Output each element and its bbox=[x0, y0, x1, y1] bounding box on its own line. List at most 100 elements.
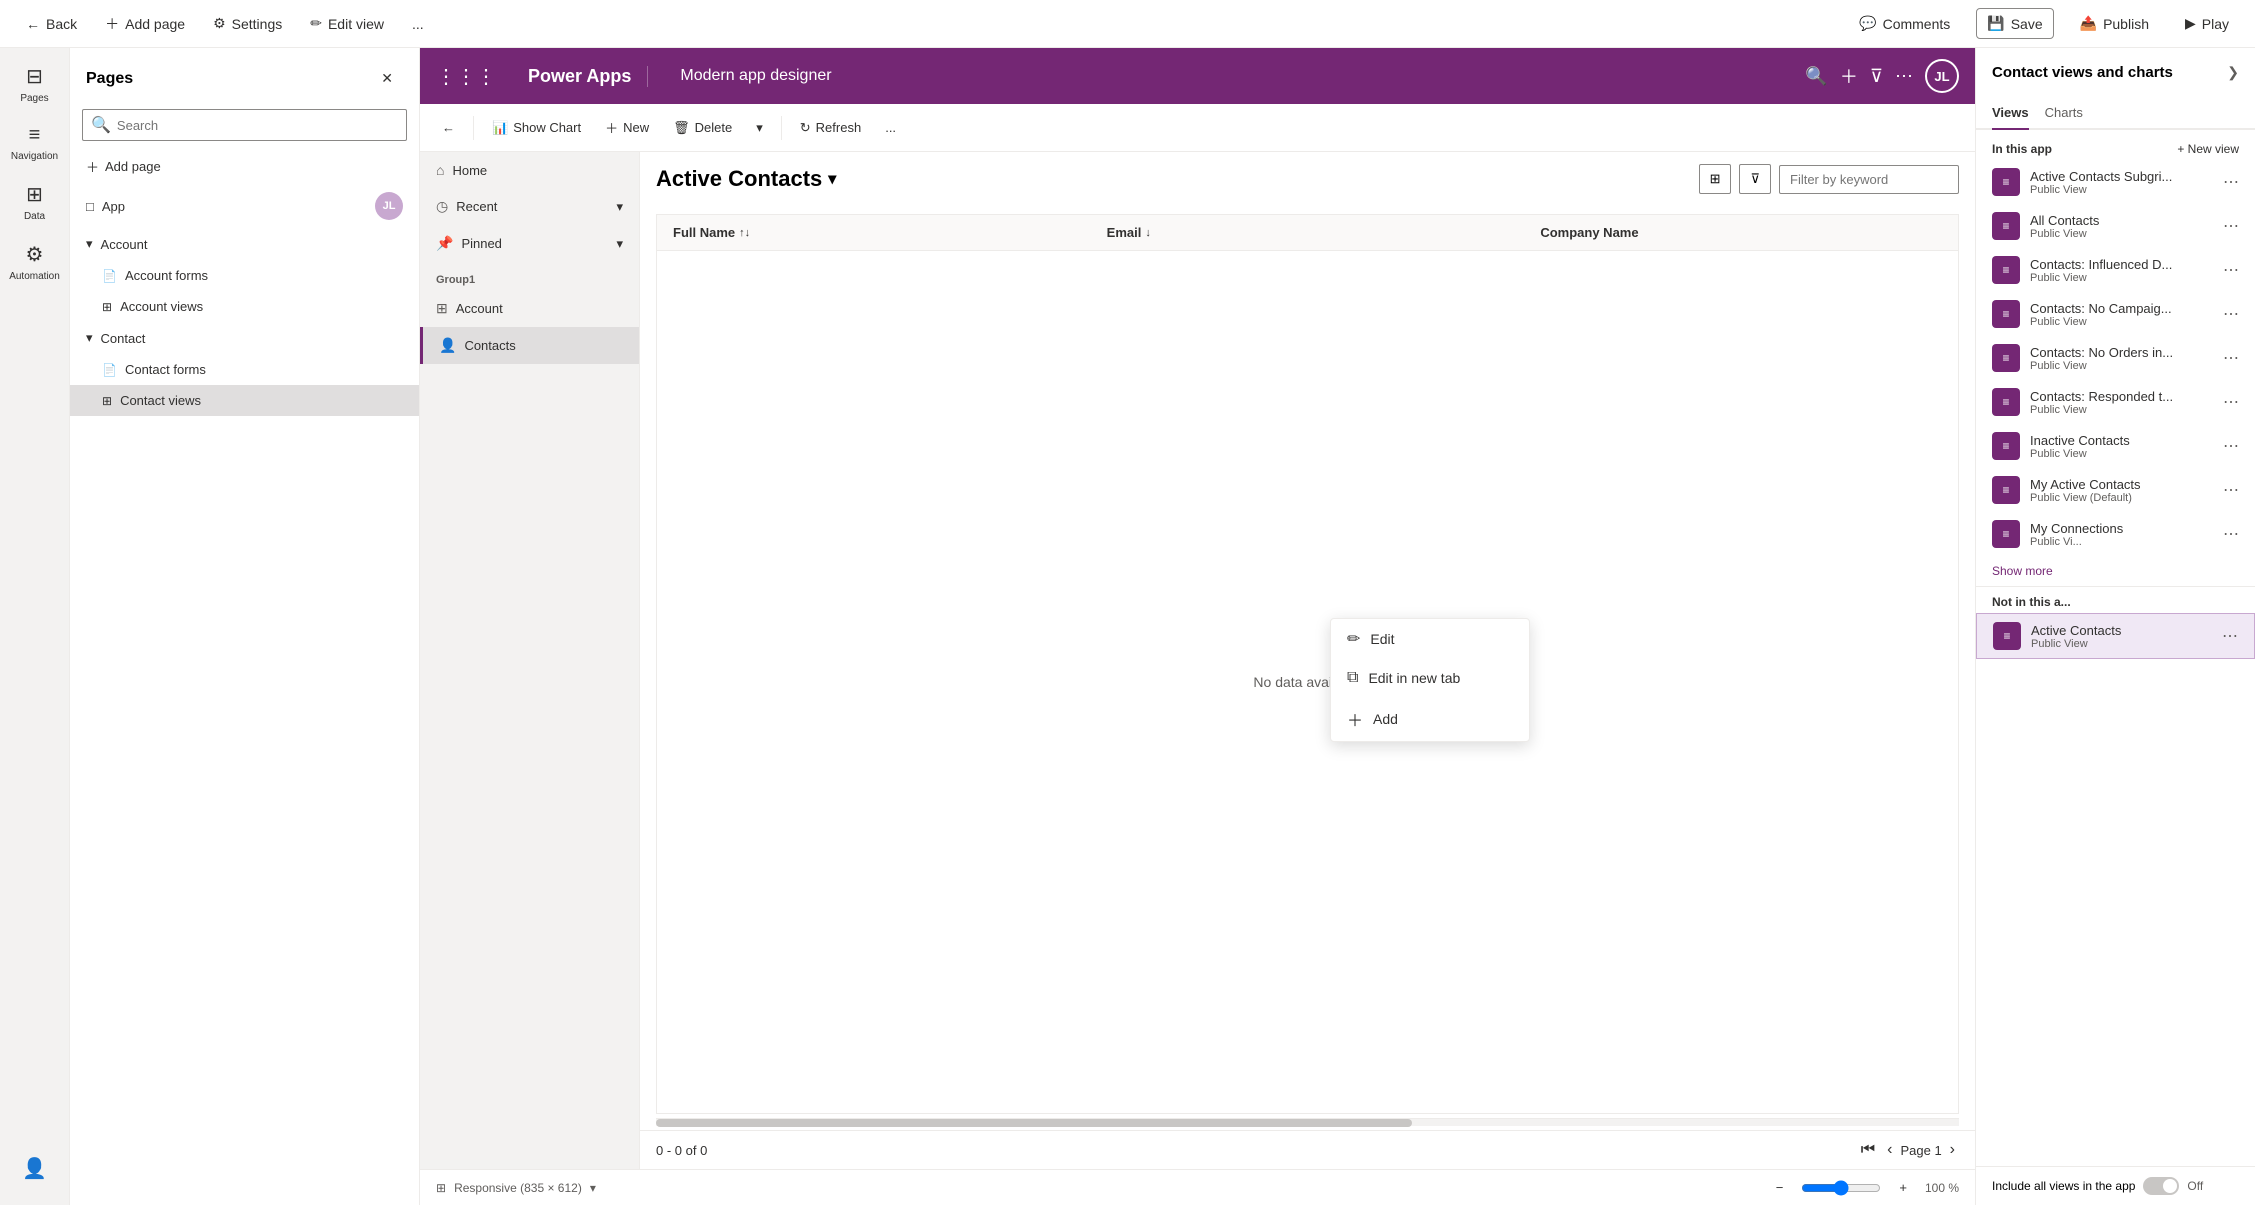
sidenav-item-account[interactable]: ⊞ Account bbox=[420, 290, 639, 327]
show-chart-button[interactable]: 📊 Show Chart bbox=[482, 114, 591, 142]
menu-item-add[interactable]: ＋ Add bbox=[1331, 697, 1529, 741]
view-item-inactive-contacts[interactable]: ≡ Inactive Contacts Public View ⋯ bbox=[1976, 424, 2255, 468]
nav-item-account-views[interactable]: ⊞ Account views bbox=[70, 291, 419, 322]
refresh-button[interactable]: ↻ Refresh bbox=[790, 114, 871, 142]
chevron-down-icon[interactable]: ▾ bbox=[590, 1181, 596, 1195]
nav-item-account-group[interactable]: ▾ Account bbox=[70, 228, 419, 260]
view-item-contacts-responded[interactable]: ≡ Contacts: Responded t... Public View ⋯ bbox=[1976, 380, 2255, 424]
view-item-my-connections[interactable]: ≡ My Connections Public Vi... ⋯ bbox=[1976, 512, 2255, 556]
grid-view-button[interactable]: ⊞ bbox=[1699, 164, 1732, 194]
more-icon[interactable]: ⋯ bbox=[2223, 392, 2239, 412]
title-chevron-icon[interactable]: ▾ bbox=[828, 169, 836, 189]
table-header: Full Name ↑↓ Email ↓ Company Name bbox=[657, 215, 1958, 251]
col-full-name[interactable]: Full Name ↑↓ bbox=[657, 215, 1091, 250]
more-icon[interactable]: ⋯ bbox=[2223, 480, 2239, 500]
more-icon[interactable]: ⋯ bbox=[2223, 216, 2239, 236]
pa-filter-button[interactable]: ⊽ bbox=[1870, 66, 1883, 87]
settings-button[interactable]: ⚙ Settings bbox=[203, 9, 292, 38]
pa-avatar[interactable]: JL bbox=[1925, 59, 1959, 93]
power-apps-bar: ⋮⋮⋮ Power Apps Modern app designer 🔍 ＋ ⊽… bbox=[420, 48, 1975, 104]
scrollbar-thumb[interactable] bbox=[656, 1119, 1412, 1127]
sidebar-item-navigation[interactable]: ≡ Navigation bbox=[5, 116, 65, 170]
publish-button[interactable]: 📤 Publish bbox=[2070, 9, 2159, 38]
view-list: ≡ Active Contacts Subgri... Public View … bbox=[1976, 160, 2255, 1166]
add-page-button[interactable]: ＋ Add page bbox=[95, 8, 195, 40]
zoom-slider[interactable] bbox=[1801, 1180, 1881, 1196]
more-icon[interactable]: ⋯ bbox=[2223, 436, 2239, 456]
new-view-button[interactable]: + New view bbox=[2177, 142, 2239, 156]
more-icon[interactable]: ⋯ bbox=[2223, 260, 2239, 280]
menu-item-edit[interactable]: ✏ Edit bbox=[1331, 619, 1529, 659]
more-icon[interactable]: ⋯ bbox=[2223, 304, 2239, 324]
first-page-button[interactable]: ⏮ bbox=[1857, 1139, 1879, 1161]
more-icon[interactable]: ⋯ bbox=[2222, 626, 2238, 646]
canvas-back-button[interactable]: ← bbox=[432, 114, 465, 141]
responsive-icon: ⊞ bbox=[436, 1181, 446, 1195]
sidenav-item-contacts[interactable]: 👤 Contacts bbox=[420, 327, 639, 364]
show-more-button[interactable]: Show more bbox=[1976, 556, 2255, 586]
table-footer: 0 - 0 of 0 ⏮ ‹ Page 1 › bbox=[640, 1130, 1975, 1169]
nav-item-contact-views[interactable]: ⊞ Contact views bbox=[70, 385, 419, 416]
view-item-contacts-influenced[interactable]: ≡ Contacts: Influenced D... Public View … bbox=[1976, 248, 2255, 292]
nav-item-contact-forms[interactable]: 📄 Contact forms bbox=[70, 354, 419, 385]
save-button[interactable]: 💾 Save bbox=[1976, 8, 2053, 39]
pa-more-button[interactable]: ⋯ bbox=[1895, 66, 1913, 87]
tab-views[interactable]: Views bbox=[1992, 97, 2029, 130]
more-icon[interactable]: ⋯ bbox=[2223, 348, 2239, 368]
view-name: All Contacts bbox=[2030, 213, 2213, 228]
view-type: Public View bbox=[2030, 228, 2213, 240]
filter-button[interactable]: ⊽ bbox=[1739, 164, 1771, 194]
col-email[interactable]: Email ↓ bbox=[1091, 215, 1525, 250]
view-info: Contacts: No Orders in... Public View bbox=[2030, 345, 2213, 372]
sidebar-item-automation[interactable]: ⚙ Automation bbox=[5, 234, 65, 290]
comments-button[interactable]: 💬 Comments bbox=[1849, 9, 1960, 38]
search-input[interactable] bbox=[117, 118, 398, 133]
zoom-in-button[interactable]: + bbox=[1889, 1174, 1917, 1201]
add-page-nav-button[interactable]: ＋ Add page bbox=[70, 149, 419, 184]
play-button[interactable]: ▶ Play bbox=[2175, 9, 2239, 38]
include-all-toggle[interactable] bbox=[2143, 1177, 2179, 1195]
sidenav-item-pinned[interactable]: 📌 Pinned ▾ bbox=[420, 225, 639, 262]
edit-view-button[interactable]: ✏ Edit view bbox=[300, 9, 394, 38]
sidebar-item-user[interactable]: 👤 bbox=[5, 1148, 65, 1189]
zoom-value: 100 % bbox=[1925, 1181, 1959, 1195]
view-item-active-contacts-subgrid[interactable]: ≡ Active Contacts Subgri... Public View … bbox=[1976, 160, 2255, 204]
next-page-button[interactable]: › bbox=[1946, 1139, 1959, 1161]
pages-close-button[interactable]: ✕ bbox=[371, 64, 403, 93]
sidenav-item-home[interactable]: ⌂ Home bbox=[420, 152, 639, 188]
scrollbar-track[interactable] bbox=[656, 1118, 1959, 1126]
view-item-contacts-no-campaign[interactable]: ≡ Contacts: No Campaig... Public View ⋯ bbox=[1976, 292, 2255, 336]
more-icon[interactable]: ⋯ bbox=[2223, 172, 2239, 192]
expand-icon[interactable]: ❯ bbox=[2227, 64, 2239, 81]
filter-input[interactable] bbox=[1779, 165, 1959, 194]
nav-item-account-forms[interactable]: 📄 Account forms bbox=[70, 260, 419, 291]
col-company-name[interactable]: Company Name bbox=[1524, 215, 1958, 250]
edit-icon: ✏ bbox=[1347, 629, 1360, 649]
zoom-out-button[interactable]: − bbox=[1766, 1174, 1794, 1201]
more-icon[interactable]: ⋯ bbox=[2223, 524, 2239, 544]
view-item-contacts-no-orders[interactable]: ≡ Contacts: No Orders in... Public View … bbox=[1976, 336, 2255, 380]
settings-label: Settings bbox=[232, 16, 283, 32]
view-item-my-active-contacts[interactable]: ≡ My Active Contacts Public View (Defaul… bbox=[1976, 468, 2255, 512]
prev-page-button[interactable]: ‹ bbox=[1883, 1139, 1896, 1161]
nav-item-app[interactable]: □ App JL bbox=[70, 184, 419, 228]
view-item-all-contacts[interactable]: ≡ All Contacts Public View ⋯ bbox=[1976, 204, 2255, 248]
grid-menu-icon[interactable]: ⋮⋮⋮ bbox=[436, 64, 496, 89]
dropdown-button[interactable]: ▾ bbox=[746, 114, 773, 142]
back-button[interactable]: ← Back bbox=[16, 10, 87, 38]
sidenav-item-recent[interactable]: ◷ Recent ▾ bbox=[420, 188, 639, 225]
delete-button[interactable]: 🗑 Delete bbox=[663, 114, 742, 142]
tab-charts[interactable]: Charts bbox=[2045, 97, 2083, 130]
canvas-header: Active Contacts ▾ ⊞ ⊽ bbox=[640, 152, 1975, 206]
pa-plus-button[interactable]: ＋ bbox=[1840, 63, 1858, 89]
pa-search-button[interactable]: 🔍 bbox=[1805, 66, 1827, 87]
sidebar-item-data[interactable]: ⊞ Data bbox=[5, 174, 65, 230]
toolbar-more-button[interactable]: ... bbox=[875, 114, 906, 141]
more-button[interactable]: ... bbox=[402, 10, 434, 38]
menu-item-edit-new-tab[interactable]: ⧉ Edit in new tab bbox=[1331, 659, 1529, 697]
new-button[interactable]: ＋ New bbox=[595, 112, 659, 143]
add-page-label: Add page bbox=[125, 16, 185, 32]
sidebar-item-pages[interactable]: ⊟ Pages bbox=[5, 56, 65, 112]
nav-item-contact-group[interactable]: ▾ Contact bbox=[70, 322, 419, 354]
view-item-active-contacts[interactable]: ≡ Active Contacts Public View ⋯ bbox=[1976, 613, 2255, 659]
